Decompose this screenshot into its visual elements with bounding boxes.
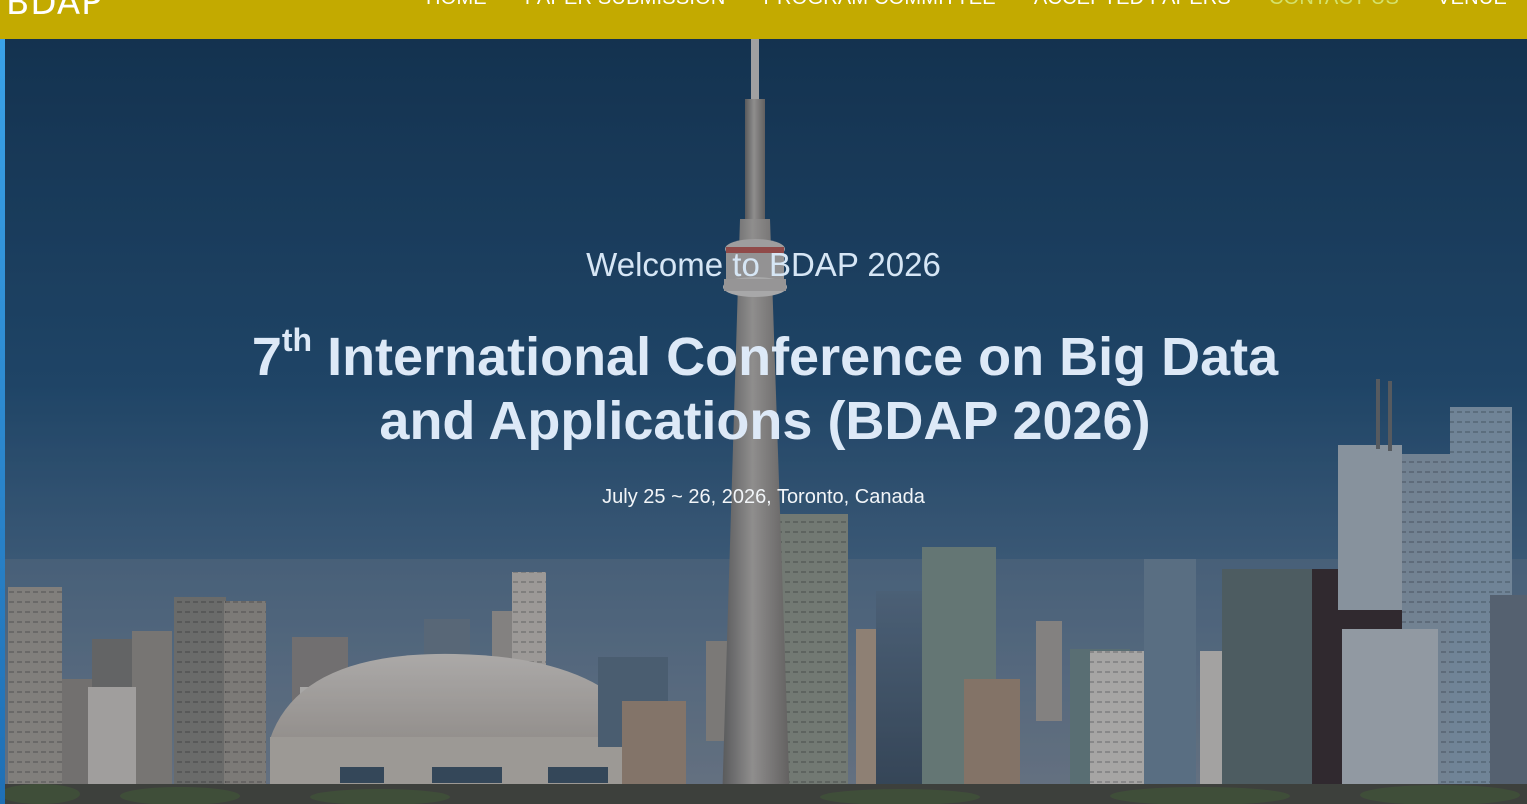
conference-title: 7th International Conference on Big Data… — [200, 322, 1330, 453]
nav-link-venue[interactable]: VENUE — [1437, 0, 1507, 10]
title-text: International Conference on Big Data and… — [312, 327, 1279, 451]
nav-item-home: HOME — [426, 0, 487, 10]
nav-item-contact-us: CONTACT US — [1269, 0, 1399, 10]
hero-text: Welcome to BDAP 2026 7th International C… — [0, 39, 1527, 804]
nav-link-paper-submission[interactable]: PAPER SUBMISSION — [525, 0, 726, 10]
nav-item-accepted-papers: ACCEPTED PAPERS — [1034, 0, 1231, 10]
welcome-heading: Welcome to BDAP 2026 — [586, 246, 941, 283]
main-nav: HOME PAPER SUBMISSION PROGRAM COMMITTEE … — [388, 0, 1507, 10]
nav-link-home[interactable]: HOME — [426, 0, 487, 10]
conference-date-location: July 25 ~ 26, 2026, Toronto, Canada — [602, 486, 925, 508]
site-header: BDAP HOME PAPER SUBMISSION PROGRAM COMMI… — [0, 0, 1527, 39]
nav-item-venue: VENUE — [1437, 0, 1507, 10]
nav-item-paper-submission: PAPER SUBMISSION — [525, 0, 726, 10]
hero-banner: Welcome to BDAP 2026 7th International C… — [0, 39, 1527, 804]
nav-link-program-committee[interactable]: PROGRAM COMMITTEE — [764, 0, 996, 10]
site-logo[interactable]: BDAP — [6, 0, 103, 23]
title-ordinal-suffix: th — [281, 322, 313, 358]
nav-link-accepted-papers[interactable]: ACCEPTED PAPERS — [1034, 0, 1231, 10]
nav-link-contact-us[interactable]: CONTACT US — [1269, 0, 1399, 10]
title-ordinal: 7 — [251, 327, 282, 387]
nav-item-program-committee: PROGRAM COMMITTEE — [764, 0, 996, 10]
